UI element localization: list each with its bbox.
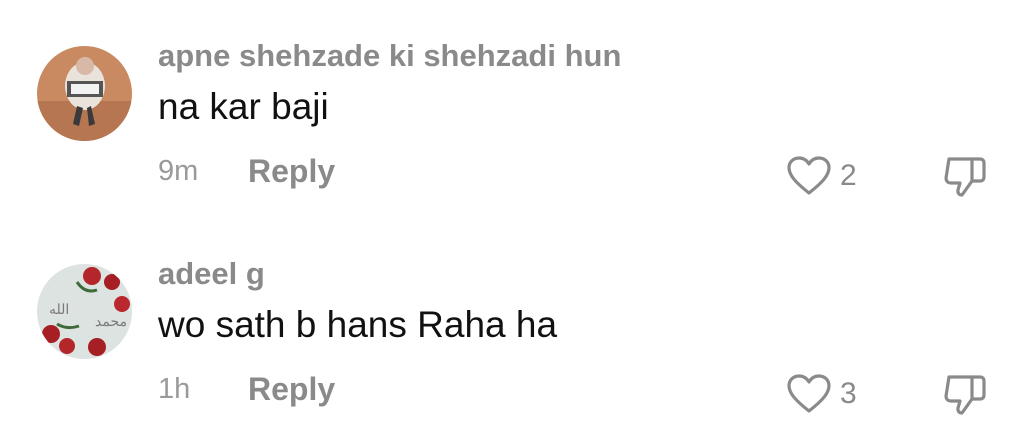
- heart-outline-icon: [787, 156, 831, 195]
- dislike-button[interactable]: [942, 372, 988, 418]
- svg-text:محمد: محمد: [95, 314, 127, 330]
- heart-outline-icon: [787, 374, 831, 413]
- comment-timestamp: 9m: [158, 155, 199, 187]
- comment-timestamp: 1h: [158, 373, 191, 405]
- like-count: 2: [840, 159, 857, 192]
- dislike-button[interactable]: [942, 154, 988, 200]
- thumbs-down-outline-icon: [944, 375, 986, 415]
- comment-item: apne shehzade ki shehzadi hun na kar baj…: [0, 0, 1024, 200]
- like-button[interactable]: 3: [786, 372, 857, 416]
- like-count: 3: [840, 377, 857, 410]
- avatar[interactable]: الله محمد: [37, 264, 132, 359]
- avatar-photo: الله محمد: [37, 264, 132, 359]
- comment-text: wo sath b hans Raha ha: [158, 304, 558, 345]
- avatar[interactable]: [37, 46, 132, 141]
- comment-text: na kar baji: [158, 86, 329, 127]
- svg-text:الله: الله: [49, 302, 69, 318]
- comment-item: الله محمد adeel g wo sath b hans Raha ha…: [0, 218, 1024, 418]
- avatar-photo: [37, 46, 132, 141]
- reply-button[interactable]: Reply: [248, 371, 335, 408]
- comment-username[interactable]: adeel g: [158, 256, 265, 292]
- thumbs-down-outline-icon: [944, 157, 986, 197]
- comment-username[interactable]: apne shehzade ki shehzadi hun: [158, 38, 621, 74]
- like-button[interactable]: 2: [786, 154, 857, 198]
- reply-button[interactable]: Reply: [248, 153, 335, 190]
